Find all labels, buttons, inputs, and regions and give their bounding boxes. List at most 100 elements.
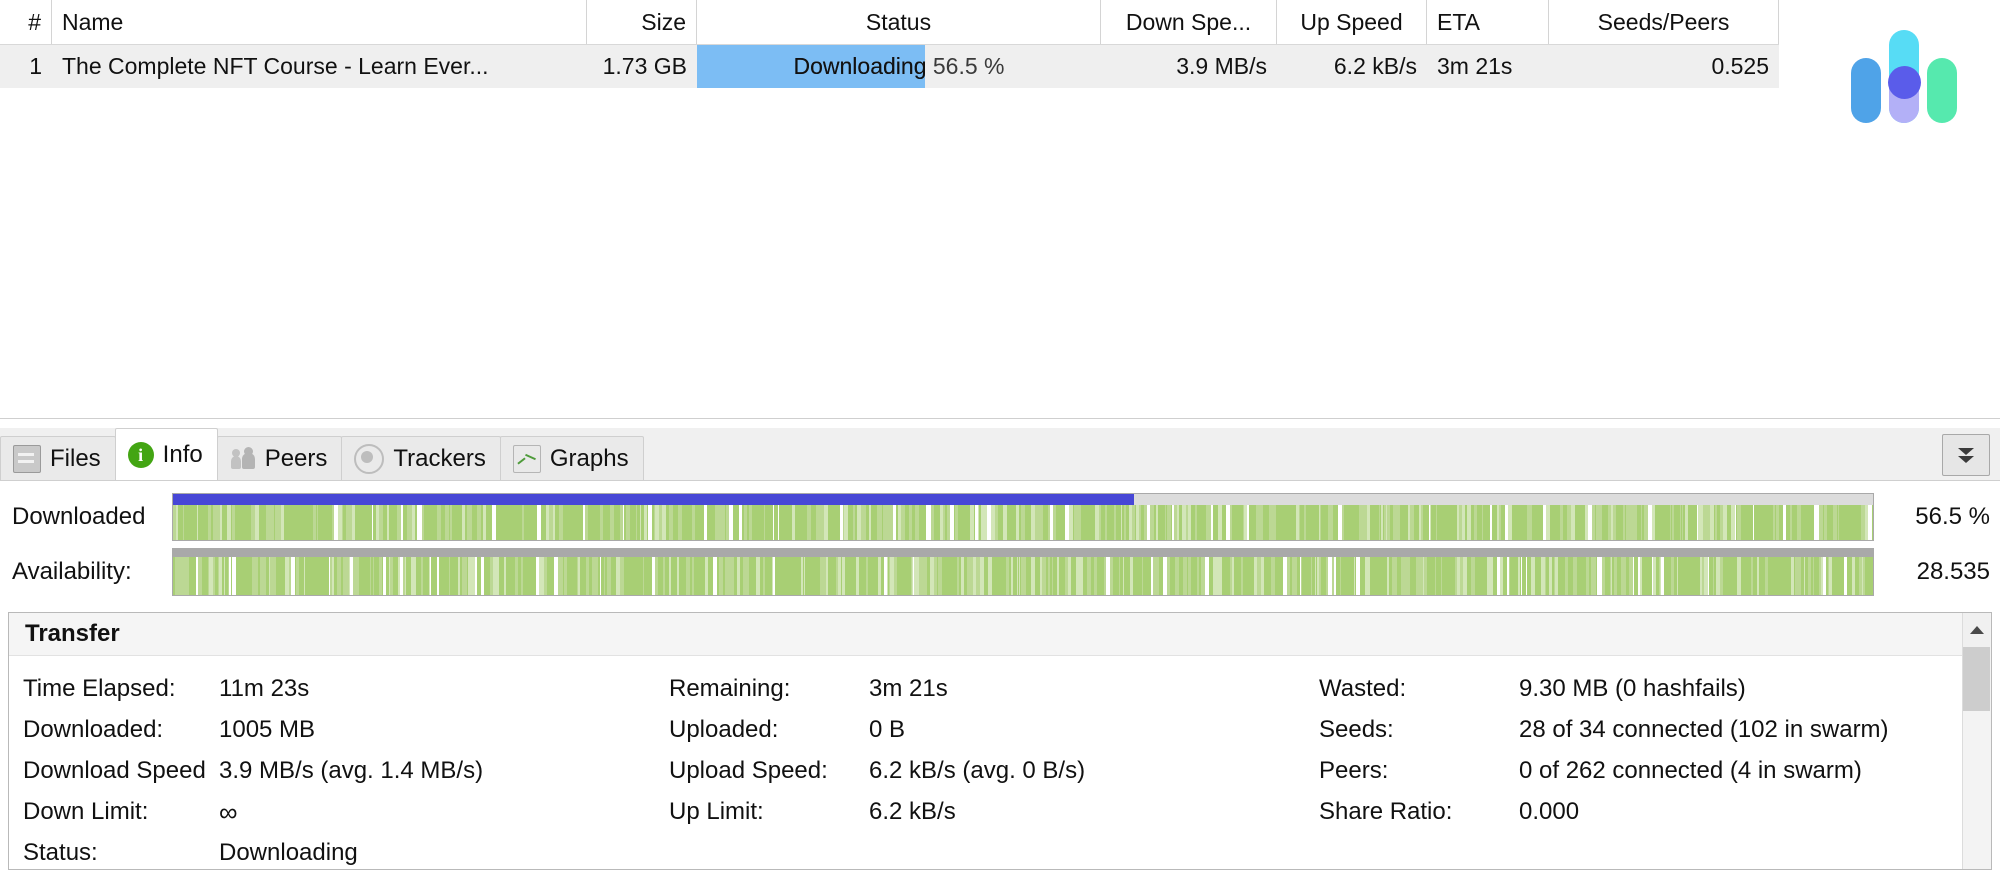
transfer-value-time-elapsed: 11m 23s <box>219 674 310 702</box>
column-header-up-speed[interactable]: Up Speed <box>1277 0 1427 44</box>
transfer-label-remaining: Remaining: <box>669 674 791 702</box>
transfer-row-time-elapsed: Time Elapsed: 11m 23s <box>23 668 669 709</box>
bitfield-label-downloaded: Downloaded <box>12 502 146 530</box>
chevron-down-icon <box>1958 447 1974 455</box>
cell-size-text: 1.73 GB <box>602 53 687 79</box>
detail-tab-bar: Files i Info Peers Trackers Graphs <box>0 428 2000 481</box>
column-header-seeds-peers-label: Seeds/Peers <box>1597 8 1730 35</box>
transfer-column-3: Wasted: 9.30 MB (0 hashfails) Seeds: 28 … <box>1319 668 1959 873</box>
cell-up-speed-text: 6.2 kB/s <box>1333 53 1417 79</box>
column-header-num-label: # <box>28 8 41 35</box>
tab-peers-label: Peers <box>264 444 328 472</box>
transfer-label-download-speed: Download Speed <box>23 756 206 784</box>
transfer-label-wasted: Wasted: <box>1319 674 1407 702</box>
transfer-panel: Transfer Time Elapsed: 11m 23s Downloade… <box>8 612 1992 870</box>
cell-up-speed: 6.2 kB/s <box>1277 45 1427 88</box>
status-progress-bar: Downloading 56.5 % Downloading 56.5 % <box>697 45 1101 88</box>
bitfield-top-track-2 <box>173 548 1873 557</box>
transfer-label-time-elapsed: Time Elapsed: <box>23 674 176 702</box>
transfer-row-down-limit: Down Limit: ∞ <box>23 791 669 832</box>
transfer-row-remaining: Remaining: 3m 21s <box>669 668 1319 709</box>
scrollbar-up-button[interactable] <box>1963 613 1990 647</box>
peers-icon <box>230 446 256 472</box>
cell-name: The Complete NFT Course - Learn Ever... <box>52 45 587 88</box>
scrollbar-thumb[interactable] <box>1963 647 1990 711</box>
tab-peers[interactable]: Peers <box>216 436 343 480</box>
chevron-up-icon <box>1969 626 1984 634</box>
column-header-size-label: Size <box>641 8 686 35</box>
collapse-panel-button[interactable] <box>1942 434 1990 476</box>
transfer-row-download-speed: Download Speed 3.9 MB/s (avg. 1.4 MB/s) <box>23 750 669 791</box>
cell-seeds-peers-text: 0.525 <box>1711 53 1769 79</box>
bitfield-top-fill <box>173 493 1134 505</box>
transfer-value-upload-speed: 6.2 kB/s (avg. 0 B/s) <box>869 756 1086 784</box>
column-header-down-speed-label: Down Spe... <box>1125 8 1252 35</box>
bitfield-row-downloaded: Downloaded 56.5 % <box>0 490 2000 543</box>
table-row[interactable]: 1 The Complete NFT Course - Learn Ever..… <box>0 45 1779 88</box>
torrent-list-header: # Name Size Status Down Spe... Up Speed … <box>0 0 1779 45</box>
transfer-label-peers: Peers: <box>1319 756 1389 784</box>
column-header-down-speed[interactable]: Down Spe... <box>1101 0 1277 44</box>
transfer-row-peers: Peers: 0 of 262 connected (4 in swarm) <box>1319 750 1959 791</box>
transfer-panel-title: Transfer <box>9 613 1991 656</box>
transfer-value-download-speed: 3.9 MB/s (avg. 1.4 MB/s) <box>219 756 484 784</box>
transfer-label-share-ratio: Share Ratio: <box>1319 797 1453 825</box>
transfer-row-wasted: Wasted: 9.30 MB (0 hashfails) <box>1319 668 1959 709</box>
transfer-value-downloaded: 1005 MB <box>219 715 316 743</box>
bitfield-pieces-downloaded <box>173 504 1873 540</box>
transfer-value-status: Downloading <box>219 838 358 866</box>
info-icon: i <box>127 441 154 468</box>
tab-graphs-label: Graphs <box>549 444 629 472</box>
tab-info[interactable]: i Info <box>114 428 218 480</box>
transfer-label-down-limit: Down Limit: <box>23 797 149 825</box>
folder-icon <box>13 444 41 473</box>
logo-bar-right <box>1927 58 1957 123</box>
transfer-label-uploaded: Uploaded: <box>669 715 779 743</box>
transfer-panel-body: Time Elapsed: 11m 23s Downloaded: 1005 M… <box>9 656 1991 873</box>
tab-graphs[interactable]: Graphs <box>499 436 644 480</box>
transfer-value-wasted: 9.30 MB (0 hashfails) <box>1519 674 1746 702</box>
column-header-name[interactable]: Name <box>52 0 587 44</box>
transfer-row-uploaded: Uploaded: 0 B <box>669 709 1319 750</box>
column-header-eta[interactable]: ETA <box>1427 0 1549 44</box>
transfer-column-2: Remaining: 3m 21s Uploaded: 0 B Upload S… <box>669 668 1319 873</box>
bitfield-pieces-availability <box>173 556 1873 595</box>
transfer-row-up-limit: Up Limit: 6.2 kB/s <box>669 791 1319 832</box>
transfer-value-remaining: 3m 21s <box>869 674 948 702</box>
app-logo-icon <box>1845 28 1957 123</box>
cell-down-speed: 3.9 MB/s <box>1101 45 1277 88</box>
transfer-panel-scrollbar[interactable] <box>1962 613 1991 869</box>
bitfield-label-availability: Availability: <box>12 557 132 585</box>
tab-trackers[interactable]: Trackers <box>341 436 501 480</box>
transfer-value-seeds: 28 of 34 connected (102 in swarm) <box>1519 715 1889 743</box>
transfer-row-upload-speed: Upload Speed: 6.2 kB/s (avg. 0 B/s) <box>669 750 1319 791</box>
column-header-up-speed-label: Up Speed <box>1300 8 1403 35</box>
bitfield-bar-downloaded <box>172 492 1874 541</box>
transfer-value-up-limit: 6.2 kB/s <box>869 797 956 825</box>
cell-eta: 3m 21s <box>1427 45 1549 88</box>
transfer-row-seeds: Seeds: 28 of 34 connected (102 in swarm) <box>1319 709 1959 750</box>
cell-status: Downloading 56.5 % Downloading 56.5 % <box>697 45 1101 88</box>
cell-seeds-peers: 0.525 <box>1549 45 1779 88</box>
trackers-icon <box>354 443 385 474</box>
transfer-value-down-limit: ∞ <box>219 796 238 827</box>
cell-name-text: The Complete NFT Course - Learn Ever... <box>62 53 489 79</box>
transfer-row-share-ratio: Share Ratio: 0.000 <box>1319 791 1959 832</box>
cell-size: 1.73 GB <box>587 45 697 88</box>
column-header-status[interactable]: Status <box>697 0 1101 44</box>
torrent-list: # Name Size Status Down Spe... Up Speed … <box>0 0 1779 418</box>
status-progress-text-highlight: Downloading 56.5 % <box>793 53 926 79</box>
column-header-size[interactable]: Size <box>587 0 697 44</box>
tab-files[interactable]: Files <box>0 436 116 480</box>
transfer-value-share-ratio: 0.000 <box>1519 797 1580 825</box>
transfer-column-1: Time Elapsed: 11m 23s Downloaded: 1005 M… <box>9 668 669 873</box>
cell-eta-text: 3m 21s <box>1437 53 1513 79</box>
bitfield-row-availability: Availability: 28.535 <box>0 545 2000 598</box>
bitfield-value-downloaded: 56.5 % <box>1915 502 1990 530</box>
transfer-row-status: Status: Downloading <box>23 832 669 873</box>
bitfield-bar-availability <box>172 547 1874 596</box>
graphs-icon <box>512 444 541 473</box>
tab-info-label: Info <box>162 440 203 468</box>
column-header-seeds-peers[interactable]: Seeds/Peers <box>1549 0 1779 44</box>
column-header-num[interactable]: # <box>0 0 52 44</box>
